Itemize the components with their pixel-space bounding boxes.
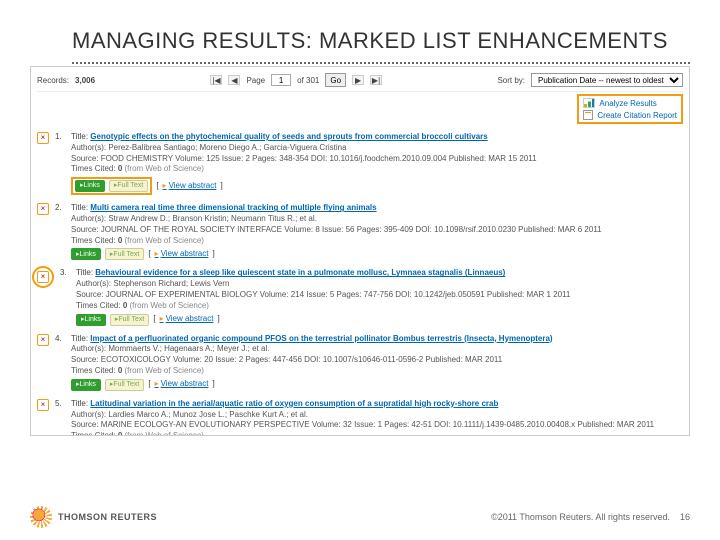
result-row: × 1. Title: Genotypic effects on the phyto… — [37, 128, 683, 199]
pager-last-icon[interactable]: ▶| — [370, 75, 382, 85]
copyright-text: ©2011 Thomson Reuters. All rights reserv… — [491, 512, 670, 522]
full-text-pill[interactable]: ▸Full Text — [110, 314, 149, 326]
result-times-cited: Times Cited: 0 (from Web of Science) — [71, 236, 683, 247]
result-number: 1. — [55, 132, 65, 141]
remove-result-button[interactable]: × — [37, 399, 49, 411]
links-pill[interactable]: ▸Links — [71, 248, 101, 260]
page-number: 16 — [680, 512, 690, 522]
brand-logo: THOMSON REUTERS — [30, 506, 157, 528]
remove-result-button[interactable]: × — [37, 271, 49, 283]
pager-prev-icon[interactable]: ◀ — [228, 75, 240, 85]
records-count: 3,006 — [75, 76, 95, 85]
result-source: Source: JOURNAL OF THE ROYAL SOCIETY INT… — [71, 225, 683, 236]
view-abstract-link[interactable]: View abstract — [163, 181, 217, 192]
result-title-link[interactable]: Impact of a perfluorinated organic compo… — [90, 334, 552, 343]
records-label: Records: — [37, 76, 69, 85]
links-pill[interactable]: ▸Links — [75, 180, 105, 192]
go-button[interactable]: Go — [325, 73, 346, 87]
result-source: Source: FOOD CHEMISTRY Volume: 125 Issue… — [71, 154, 683, 165]
results-panel: Records: 3,006 |◀ ◀ Page of 301 Go ▶ ▶| … — [30, 66, 690, 436]
page-label: Page — [246, 76, 265, 85]
sort-label: Sort by: — [497, 76, 525, 85]
result-body: Title: Impact of a perfluorinated organi… — [71, 334, 683, 391]
remove-highlight: × — [32, 266, 54, 288]
report-icon — [583, 110, 593, 120]
result-links-row: ▸Links▸Full Text [ View abstract ] — [71, 248, 683, 260]
result-source: Source: MARINE ECOLOGY-AN EVOLUTIONARY P… — [71, 420, 683, 431]
result-times-cited: Times Cited: 0 (from Web of Science) — [76, 301, 683, 312]
title-label: Title: — [76, 268, 93, 277]
result-body: Title: Behavioural evidence for a sleep … — [76, 268, 683, 325]
result-body: Title: Multi camera real time three dime… — [71, 203, 683, 260]
result-authors: Author(s): Perez-Balibrea Santiago; More… — [71, 143, 683, 154]
bar-chart-icon — [583, 98, 595, 108]
remove-result-button[interactable]: × — [37, 203, 49, 215]
thomson-reuters-mark-icon — [30, 506, 52, 528]
title-label: Title: — [71, 203, 88, 212]
result-number: 4. — [55, 334, 65, 343]
divider — [72, 62, 690, 64]
result-authors: Author(s): Lardies Marco A.; Munoz Jose … — [71, 410, 683, 421]
result-body: Title: Genotypic effects on the phytoche… — [71, 132, 683, 195]
pager-next-icon[interactable]: ▶ — [352, 75, 364, 85]
page-input[interactable] — [271, 74, 291, 86]
links-pill[interactable]: ▸Links — [71, 379, 101, 391]
result-times-cited: Times Cited: 0 (from Web of Science) — [71, 431, 683, 436]
analyze-results-link[interactable]: Analyze Results — [583, 98, 677, 108]
result-body: Title: Latitudinal variation in the aeri… — [71, 399, 683, 436]
pager-first-icon[interactable]: |◀ — [210, 75, 222, 85]
result-links-row: ▸Links▸Full Text [ View abstract ] — [71, 379, 683, 391]
remove-result-button[interactable]: × — [37, 132, 49, 144]
slide-title: MANAGING RESULTS: MARKED LIST ENHANCEMEN… — [0, 0, 720, 58]
full-text-pill[interactable]: ▸Full Text — [105, 379, 144, 391]
result-times-cited: Times Cited: 0 (from Web of Science) — [71, 366, 683, 377]
view-abstract-link[interactable]: View abstract — [155, 249, 209, 260]
result-number: 3. — [60, 268, 70, 277]
result-times-cited: Times Cited: 0 (from Web of Science) — [71, 164, 683, 175]
result-links-row: ▸Links▸Full Text [ View abstract ] — [71, 177, 683, 195]
result-row: × 5. Title: Latitudinal variation in the a… — [37, 395, 683, 436]
footer: THOMSON REUTERS ©2011 Thomson Reuters. A… — [30, 506, 690, 528]
result-authors: Author(s): Straw Andrew D.; Branson Kris… — [71, 214, 683, 225]
result-source: Source: JOURNAL OF EXPERIMENTAL BIOLOGY … — [76, 290, 683, 301]
result-title-link[interactable]: Behavioural evidence for a sleep like qu… — [95, 268, 505, 277]
brand-name: THOMSON REUTERS — [58, 512, 157, 522]
right-actions-highlight: Analyze Results Create Citation Report — [577, 94, 683, 124]
result-authors: Author(s): Stephenson Richard; Lewis Ver… — [76, 279, 683, 290]
page-total: of 301 — [297, 76, 319, 85]
links-highlight: ▸Links ▸Full Text — [71, 177, 152, 195]
view-abstract-link[interactable]: View abstract — [160, 314, 214, 325]
full-text-pill[interactable]: ▸Full Text — [105, 248, 144, 260]
title-label: Title: — [71, 399, 88, 408]
result-title-link[interactable]: Multi camera real time three dimensional… — [90, 203, 376, 212]
results-list: × 1. Title: Genotypic effects on the phyto… — [37, 128, 683, 436]
result-row: × 4. Title: Impact of a perfluorinated org… — [37, 330, 683, 395]
result-title-link[interactable]: Latitudinal variation in the aerial/aqua… — [90, 399, 498, 408]
full-text-pill[interactable]: ▸Full Text — [109, 180, 148, 192]
result-title-link[interactable]: Genotypic effects on the phytochemical q… — [90, 132, 487, 141]
result-row: × 3. Title: Behavioural evidence for a sle… — [37, 264, 683, 329]
result-row: × 2. Title: Multi camera real time three d… — [37, 199, 683, 264]
title-label: Title: — [71, 334, 88, 343]
title-label: Title: — [71, 132, 88, 141]
result-source: Source: ECOTOXICOLOGY Volume: 20 Issue: … — [71, 355, 683, 366]
links-pill[interactable]: ▸Links — [76, 314, 106, 326]
result-links-row: ▸Links▸Full Text [ View abstract ] — [76, 314, 683, 326]
sort-select[interactable]: Publication Date -- newest to oldest — [531, 73, 683, 87]
result-authors: Author(s): Mommaerts V.; Hagenaars A.; M… — [71, 344, 683, 355]
remove-result-button[interactable]: × — [37, 334, 49, 346]
create-citation-report-link[interactable]: Create Citation Report — [583, 110, 677, 120]
result-number: 5. — [55, 399, 65, 408]
toolbar: Records: 3,006 |◀ ◀ Page of 301 Go ▶ ▶| … — [37, 71, 683, 92]
view-abstract-link[interactable]: View abstract — [155, 379, 209, 390]
result-number: 2. — [55, 203, 65, 212]
